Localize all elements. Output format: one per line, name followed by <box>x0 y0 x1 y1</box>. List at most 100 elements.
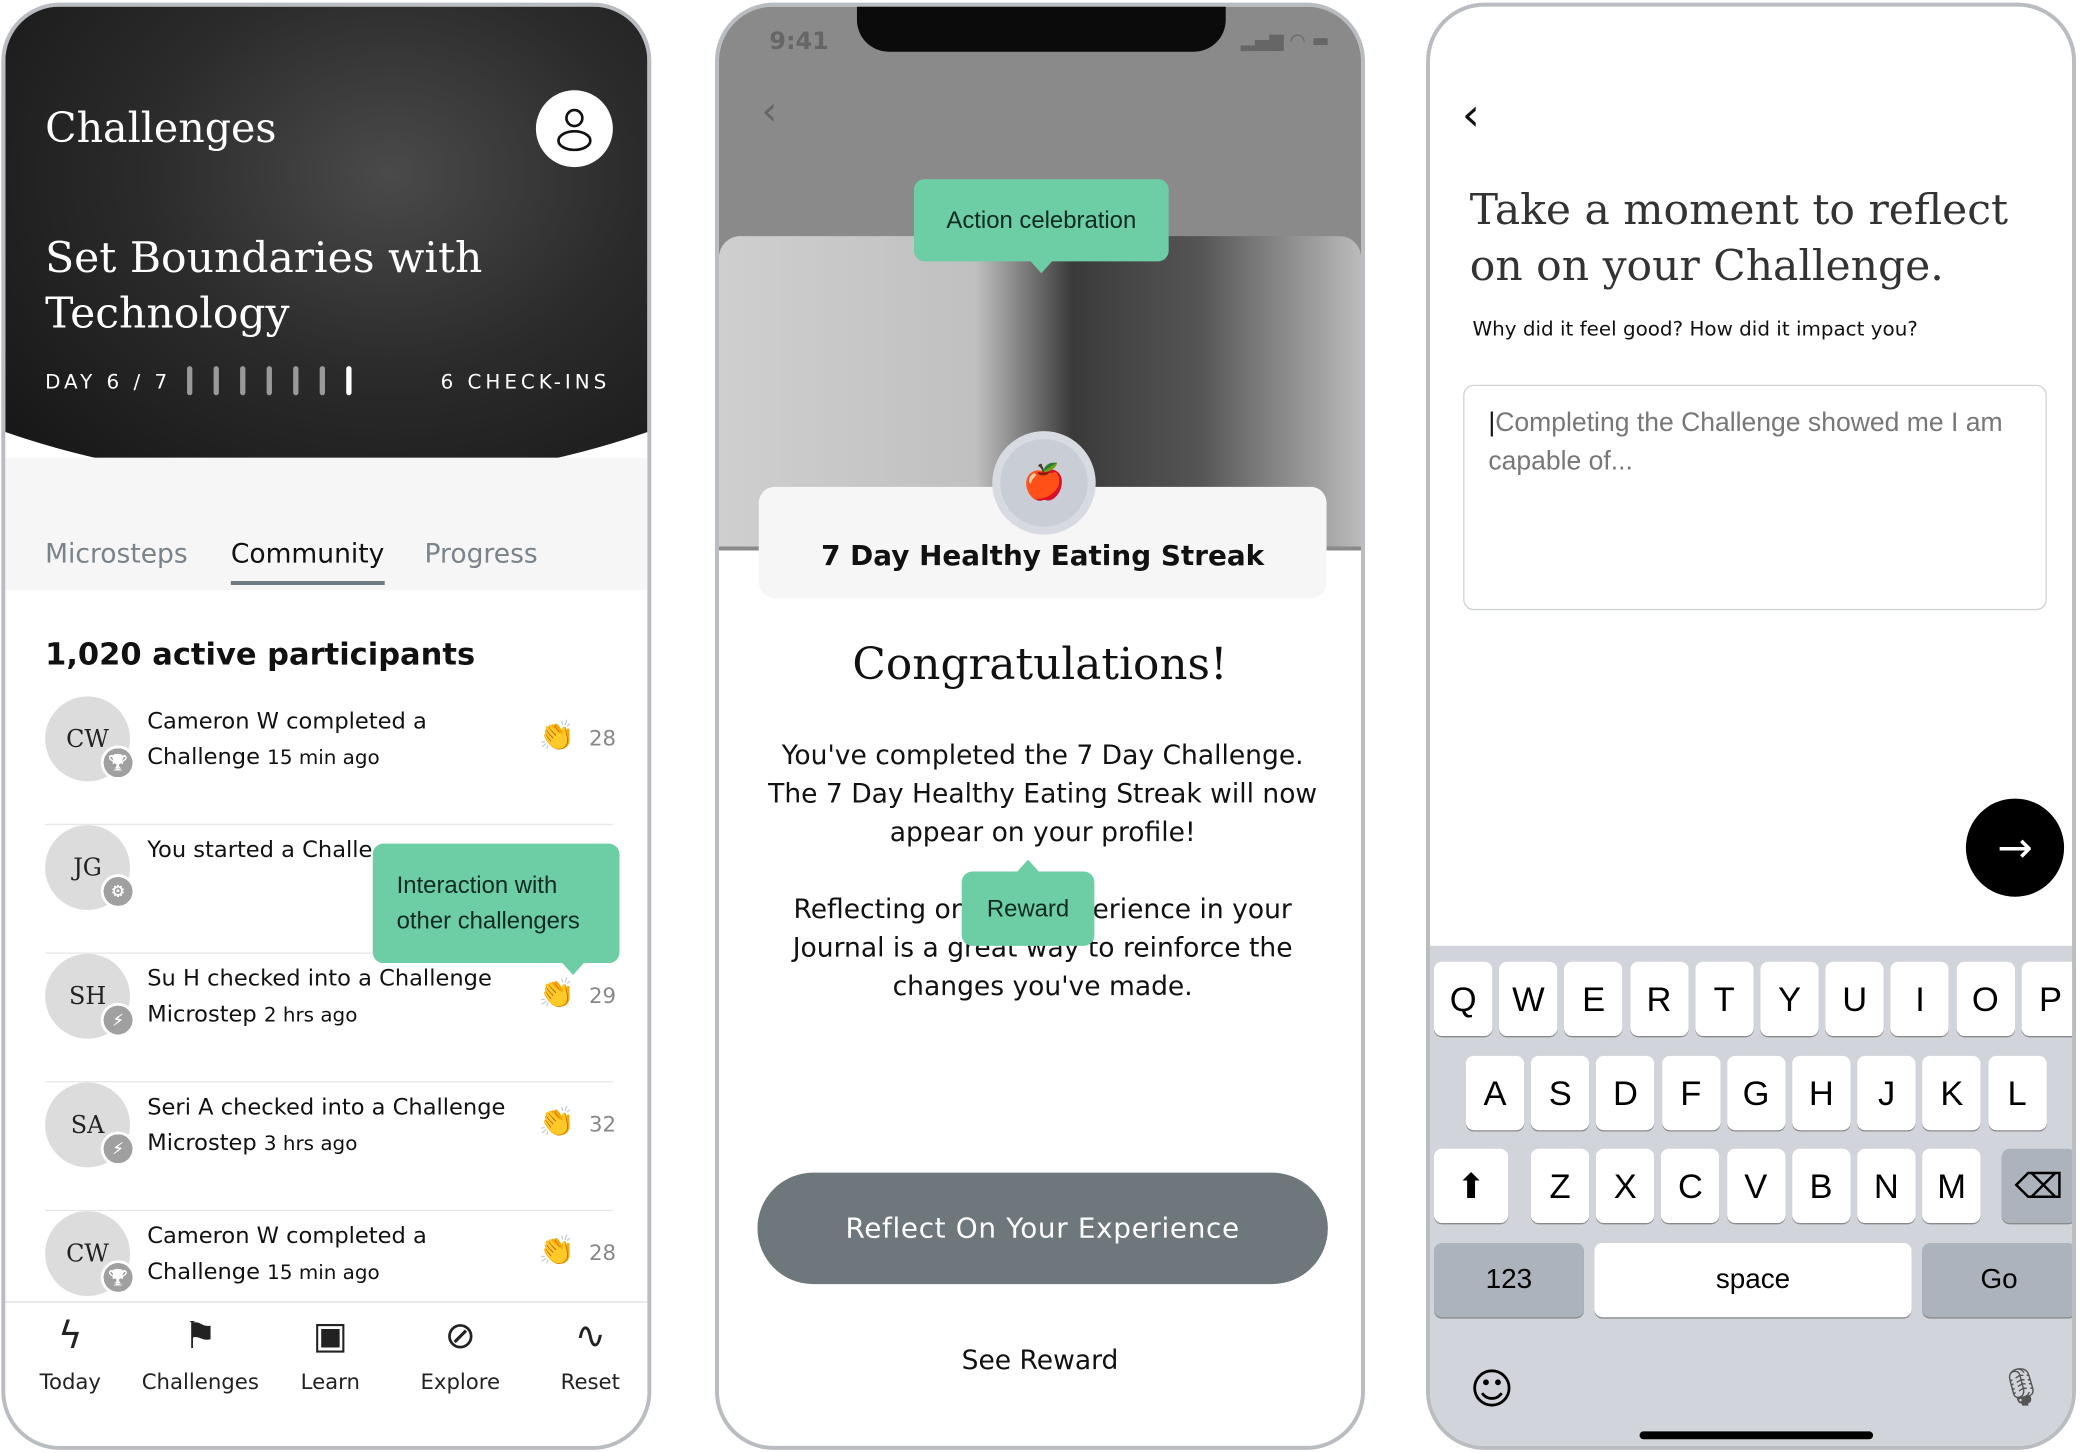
back-icon[interactable]: ‹ <box>1462 89 1480 142</box>
key-s[interactable]: S <box>1531 1055 1590 1131</box>
clap-icon[interactable]: 👏 <box>539 1106 575 1139</box>
bolt-icon: ϟ <box>58 1313 83 1358</box>
nav-label: Learn <box>300 1368 360 1395</box>
microphone-icon[interactable]: 🎙 <box>1998 1365 2045 1409</box>
key-e[interactable]: E <box>1564 961 1623 1037</box>
back-icon[interactable]: ‹ <box>761 89 777 135</box>
key-l[interactable]: L <box>1987 1055 2047 1131</box>
day-progress-bar <box>187 366 352 396</box>
feed-message: You started a Challe <box>147 837 373 864</box>
key-d[interactable]: D <box>1596 1055 1655 1131</box>
tooltip-text: Action celebration <box>946 206 1137 233</box>
checkins-count: 6 CHECK-INS <box>440 370 611 394</box>
feed-text: Cameron W completed a Challenge 15 min a… <box>147 1219 532 1291</box>
clap-icon[interactable]: 👏 <box>539 720 575 753</box>
feed-text: Su H checked into a Challenge Microstep … <box>147 962 532 1034</box>
key-o[interactable]: O <box>1956 961 2015 1037</box>
bolt-icon: ⚡ <box>100 1002 136 1038</box>
day-tick <box>240 366 246 396</box>
key-g[interactable]: G <box>1726 1055 1786 1131</box>
key-q[interactable]: Q <box>1433 961 1493 1037</box>
nav-explore[interactable]: ⊘ Explore <box>395 1313 525 1394</box>
status-icons: ▂▄▆ ◠ ▬ <box>1240 30 1330 52</box>
challenges-screen: Challenges Set Boundaries with Technolog… <box>1 2 652 1450</box>
flag-icon: ⚑ <box>183 1313 217 1358</box>
clap-count: 32 <box>588 1111 616 1137</box>
tooltip-interaction: Interaction with other challengers <box>372 843 620 975</box>
nav-label: Challenges <box>141 1368 259 1395</box>
submit-arrow-button[interactable]: → <box>1965 798 2065 897</box>
key-z[interactable]: Z <box>1530 1148 1590 1224</box>
nav-label: Reset <box>560 1368 620 1395</box>
emoji-icon[interactable]: ☺ <box>1470 1364 1514 1414</box>
profile-button[interactable] <box>535 90 613 168</box>
bolt-icon: ⚡ <box>100 1131 136 1167</box>
clap-count: 29 <box>588 982 616 1009</box>
page-title: Challenges <box>45 104 277 153</box>
feed-time: 15 min ago <box>267 1260 380 1285</box>
feed-item: SA ⚡ Seri A checked into a Challenge Mic… <box>45 1082 616 1212</box>
nav-today[interactable]: ϟ Today <box>5 1313 135 1394</box>
day-tick <box>187 366 193 396</box>
notch <box>856 6 1226 52</box>
clap-count: 28 <box>588 725 616 751</box>
input-placeholder: Completing the Challenge showed me I am … <box>1488 408 2003 477</box>
key-j[interactable]: J <box>1857 1055 1916 1131</box>
day-tick <box>266 366 272 396</box>
key-k[interactable]: K <box>1922 1055 1982 1131</box>
feed-text: Cameron W completed a Challenge 15 min a… <box>147 704 532 776</box>
pulse-icon: ∿ <box>574 1313 606 1358</box>
person-icon <box>557 108 592 152</box>
tab-microsteps[interactable]: Microsteps <box>45 537 188 569</box>
clap-icon[interactable]: 👏 <box>539 978 575 1011</box>
trophy-icon: 🏆 <box>100 1260 136 1295</box>
status-time: 9:41 <box>769 27 829 56</box>
key-i[interactable]: I <box>1890 961 1950 1037</box>
key-b[interactable]: B <box>1791 1148 1851 1224</box>
tooltip-text: Interaction with other challengers <box>396 871 580 934</box>
reflection-prompt: Why did it feel good? How did it impact … <box>1472 317 1918 341</box>
key-r[interactable]: R <box>1629 961 1689 1037</box>
key-t[interactable]: T <box>1695 961 1754 1037</box>
day-tick <box>319 366 325 396</box>
gear-icon: ⚙ <box>100 874 136 909</box>
go-key[interactable]: Go <box>1922 1242 2073 1318</box>
backspace-key[interactable]: ⌫ <box>2001 1148 2073 1224</box>
feed-time: 3 hrs ago <box>263 1131 358 1156</box>
day-tick <box>346 366 352 396</box>
reflect-button[interactable]: Reflect On Your Experience <box>757 1172 1328 1285</box>
nav-reset[interactable]: ∿ Reset <box>525 1313 647 1395</box>
trophy-icon: 🏆 <box>100 745 136 780</box>
key-m[interactable]: M <box>1922 1148 1981 1224</box>
see-reward-link[interactable]: See Reward <box>719 1344 1361 1376</box>
nav-learn[interactable]: ▣ Learn <box>265 1313 395 1394</box>
key-u[interactable]: U <box>1825 961 1884 1037</box>
shift-key[interactable]: ⬆ <box>1433 1148 1509 1224</box>
celebration-screen: 9:41 ▂▄▆ ◠ ▬ ‹ Action celebration #p2 .t… <box>714 2 1365 1450</box>
tab-progress[interactable]: Progress <box>424 537 537 569</box>
key-f[interactable]: F <box>1661 1055 1720 1131</box>
clap-icon[interactable]: 👏 <box>539 1235 575 1268</box>
reflection-input[interactable]: |Completing the Challenge showed me I am… <box>1463 384 2047 611</box>
tab-community[interactable]: Community <box>230 537 385 585</box>
key-y[interactable]: Y <box>1760 961 1819 1037</box>
key-w[interactable]: W <box>1499 961 1558 1037</box>
key-p[interactable]: P <box>2021 961 2073 1037</box>
book-icon: ▣ <box>312 1313 348 1358</box>
key-v[interactable]: V <box>1726 1148 1785 1224</box>
feed-item: CW 🏆 Cameron W completed a Challenge 15 … <box>45 696 616 826</box>
tooltip-reward: Reward <box>961 859 1095 946</box>
key-x[interactable]: X <box>1596 1148 1655 1224</box>
keyboard: Q W E R T Y U I O P A S D F G H J K L Z X C V B N M ⬆ ⌫ 123 space Go ☺ 🎙 <box>1429 945 2073 1446</box>
feed-time: 15 min ago <box>267 745 380 770</box>
key-n[interactable]: N <box>1857 1148 1916 1224</box>
challenge-name: Set Boundaries with Technology <box>45 232 483 339</box>
key-c[interactable]: C <box>1661 1148 1720 1224</box>
apple-badge-icon: 🍎 <box>992 431 1096 535</box>
numbers-key[interactable]: 123 <box>1433 1242 1584 1318</box>
nav-challenges[interactable]: ⚑ Challenges <box>135 1313 265 1394</box>
key-h[interactable]: H <box>1792 1055 1851 1131</box>
space-key[interactable]: space <box>1594 1242 1912 1318</box>
key-a[interactable]: A <box>1465 1055 1525 1131</box>
day-tick <box>293 366 299 396</box>
